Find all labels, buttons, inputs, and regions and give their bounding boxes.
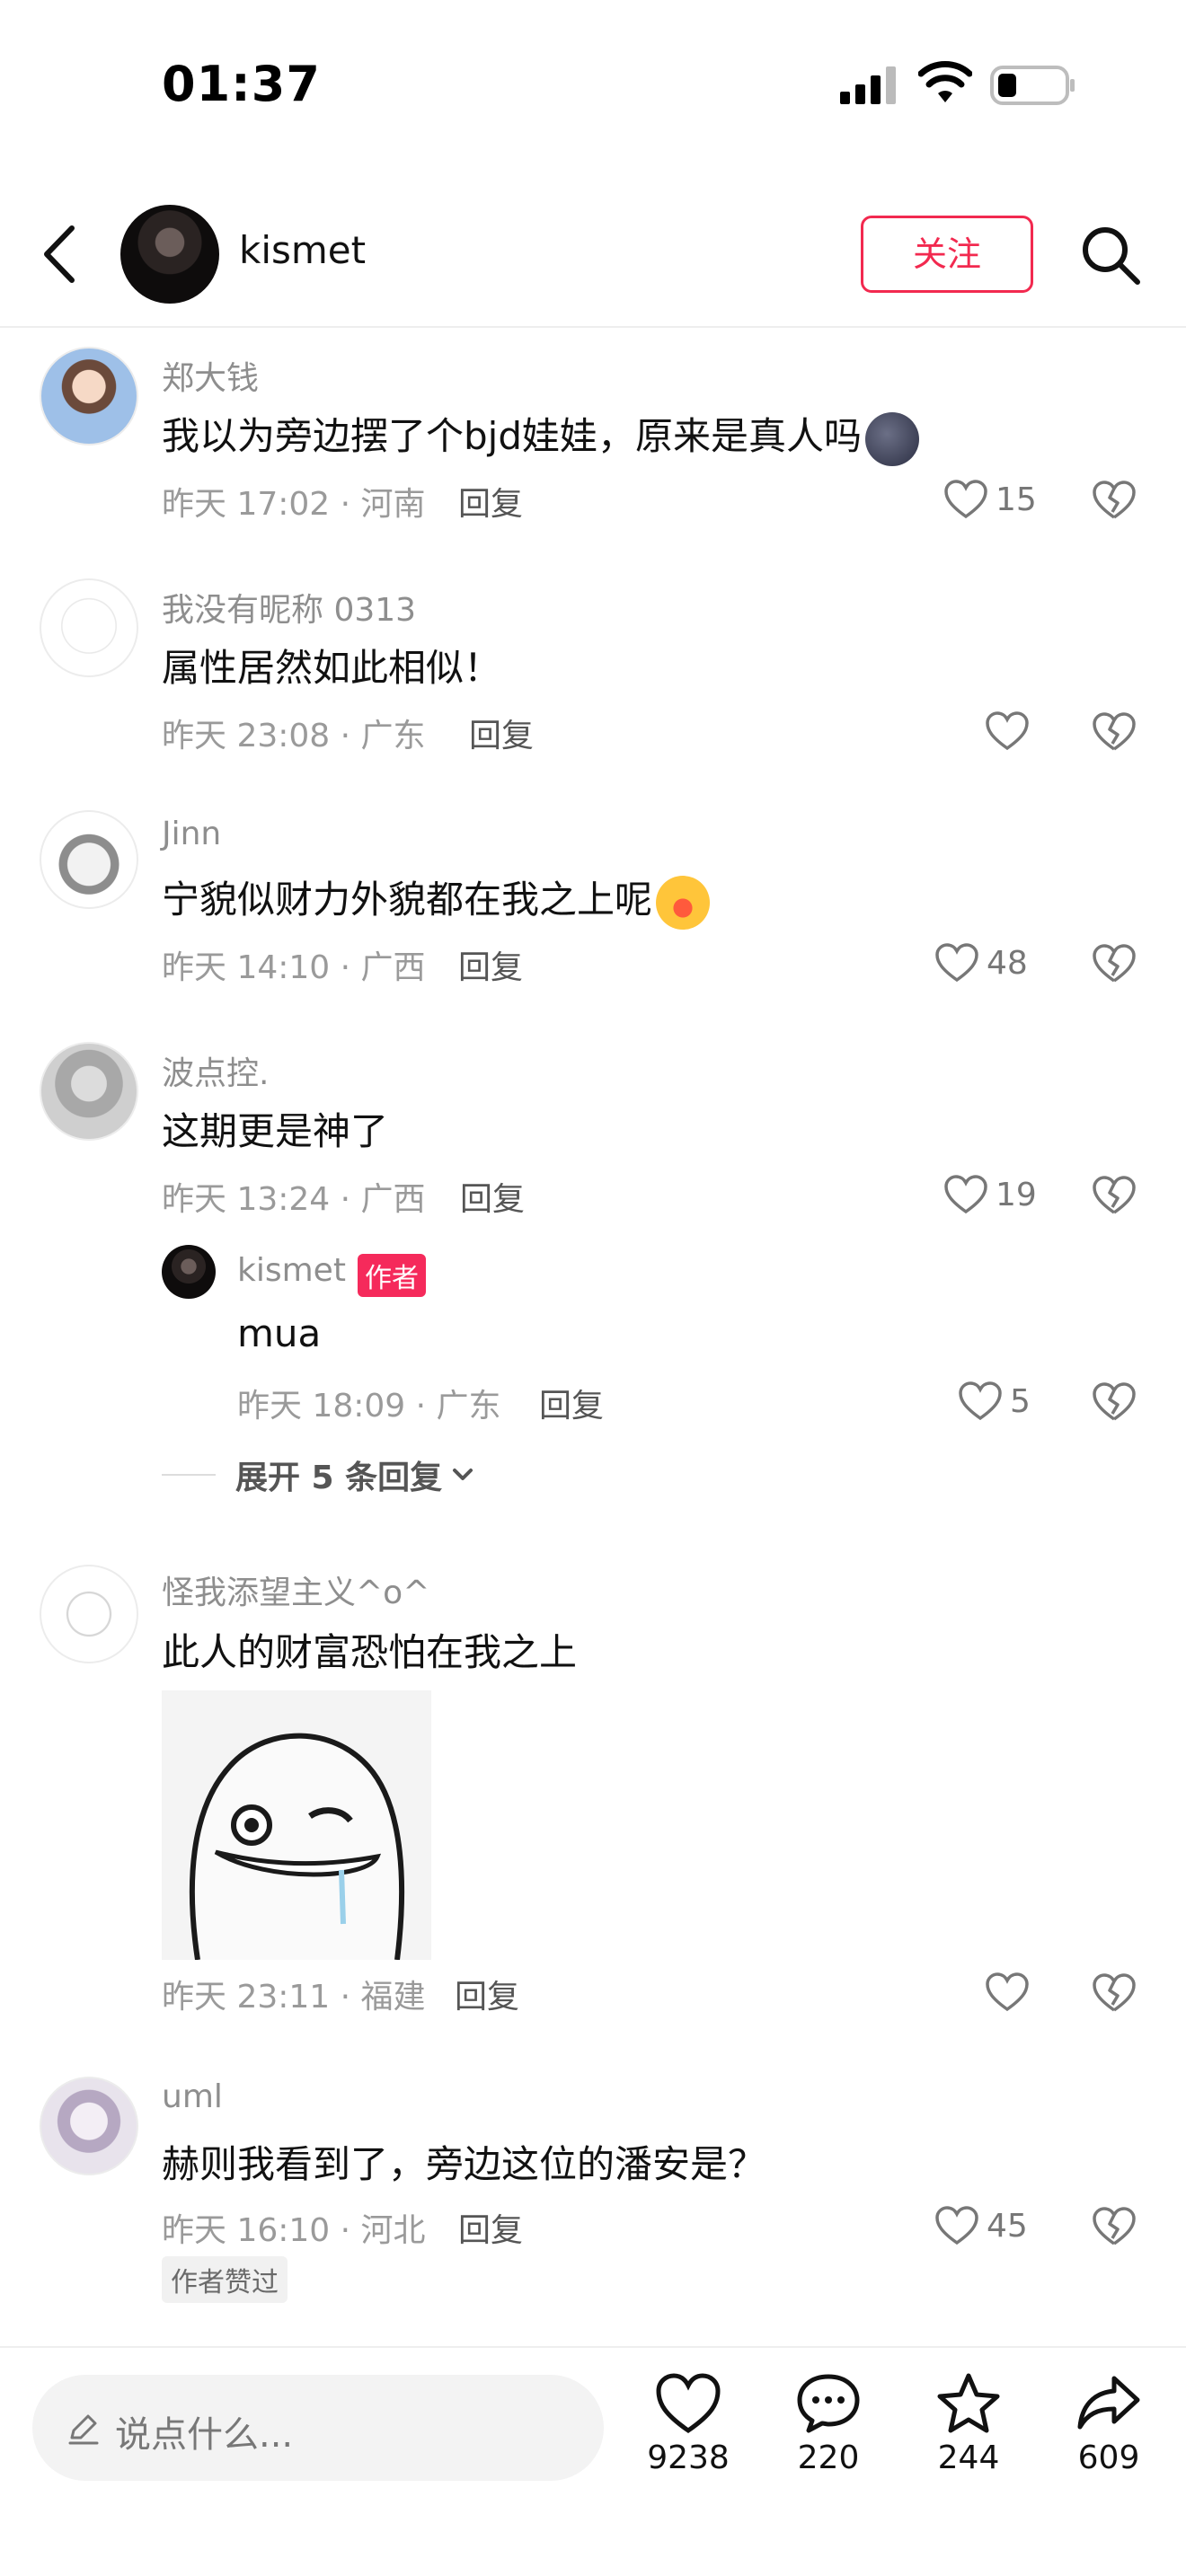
comment-meta: 昨天 23:11 · 福建 [162,1979,426,2016]
reply-button[interactable]: 回复 [458,2204,523,2251]
author-liked-tag: 作者赞过 [162,2256,288,2303]
comment-meta: 昨天 23:08 · 广东 [162,718,426,754]
commenter-name[interactable]: 郑大钱 [162,352,259,399]
comment-input-placeholder: 说点什么... [115,2414,294,2456]
search-icon[interactable] [1078,223,1143,287]
speech-bubble-icon [797,2374,860,2433]
heart-icon [959,1381,1002,1421]
like-button[interactable]: 5 [958,1376,1031,1426]
heart-icon [935,943,978,983]
commenter-avatar[interactable] [40,347,138,446]
share-post-button[interactable]: 609 [1046,2371,1172,2476]
broken-heart-icon[interactable] [1091,2204,1137,2249]
commenter-avatar[interactable] [40,810,138,909]
reply-button[interactable]: 回复 [458,478,523,525]
like-button[interactable]: 19 [943,1169,1037,1220]
like-button[interactable]: 45 [934,2201,1028,2251]
share-arrow-icon [1077,2376,1140,2430]
battery-icon [990,66,1075,105]
like-button[interactable]: 15 [943,474,1037,525]
reply-text: mua [237,1311,322,1355]
author-avatar[interactable] [120,205,219,304]
comment-meta: 昨天 14:10 · 广西 [162,949,426,986]
commenter-avatar[interactable] [40,1042,138,1141]
like-button[interactable]: 48 [934,938,1028,988]
author-username[interactable]: kismet [239,228,366,272]
divider-line [162,1474,216,1476]
heart-icon [656,2373,721,2434]
reply-author-name[interactable]: kismet [237,1252,346,1289]
status-bar: 01:37 [0,0,1186,171]
reply-button[interactable]: 回复 [455,1971,519,2017]
wifi-icon [918,61,972,102]
commenter-avatar[interactable] [40,1565,138,1663]
comment-text: 我以为旁边摆了个bjd娃娃，原来是真人吗 [162,406,919,466]
comment-post-count: 220 [797,2439,860,2476]
heart-icon [935,2206,978,2245]
broken-heart-icon[interactable] [1091,478,1137,523]
commenter-name[interactable]: 波点控. [162,1047,269,1094]
reply-meta: 昨天 18:09 · 广东 [237,1388,501,1425]
like-post-button[interactable]: 9238 [625,2371,751,2476]
comment-text: 这期更是神了 [162,1109,389,1153]
broken-heart-icon[interactable] [1091,1380,1137,1425]
bottom-action-bar: 说点什么... 9238 220 244 609 [0,2346,1186,2576]
heart-icon [944,480,987,519]
comment-post-button[interactable]: 220 [766,2371,891,2476]
share-post-count: 609 [1077,2439,1140,2476]
broken-heart-icon[interactable] [1091,941,1137,986]
heart-icon [986,711,1029,751]
like-count: 45 [987,2207,1028,2245]
commenter-name[interactable]: 我没有昵称 0313 [162,584,416,631]
expand-replies-button[interactable]: 展开 5 条回复 [162,1451,476,1498]
heart-icon [986,1972,1029,2012]
like-count: 5 [1010,1382,1031,1420]
author-badge: 作者 [358,1254,426,1297]
like-button[interactable] [985,706,1030,756]
comment-input[interactable]: 说点什么... [32,2375,604,2481]
comment-text: 属性居然如此相似！ [162,646,502,690]
broken-heart-icon[interactable] [1091,1173,1137,1218]
comment-text: 赫则我看到了，旁边这位的潘安是？ [162,2142,766,2186]
favorite-post-count: 244 [937,2439,1000,2476]
reply-button[interactable]: 回复 [539,1380,604,1426]
comment-text-content: 我以为旁边摆了个bjd娃娃，原来是真人吗 [162,414,862,458]
commenter-avatar[interactable] [40,578,138,677]
comment-meta: 昨天 17:02 · 河南 [162,486,426,523]
new-moon-face-emoji [865,411,919,466]
drooling-face-emoji [656,875,711,930]
reply-button[interactable]: 回复 [460,1173,525,1220]
like-count: 19 [996,1176,1037,1213]
reply-button[interactable]: 回复 [469,710,534,756]
comment-text: 此人的财富恐怕在我之上 [162,1630,578,1674]
pen-icon [68,2414,99,2445]
commenter-name[interactable]: uml [162,2078,223,2115]
expand-replies-label: 展开 5 条回复 [235,1460,443,1496]
commenter-name[interactable]: Jinn [162,816,221,852]
like-button[interactable] [985,1967,1030,2017]
star-icon [937,2373,1000,2433]
profile-header: kismet 关注 [0,171,1186,328]
comment-meta: 昨天 13:24 · 广西 [162,1181,426,1218]
follow-button[interactable]: 关注 [861,216,1033,293]
broken-heart-icon[interactable] [1091,710,1137,754]
chevron-down-icon [453,1469,474,1480]
heart-icon [944,1175,987,1214]
status-time: 01:37 [162,56,321,112]
comment-text-content: 宁貌似财力外貌都在我之上呢 [162,878,653,922]
reply-author-avatar[interactable] [162,1245,216,1299]
broken-heart-icon[interactable] [1091,1971,1137,2016]
back-arrow-icon[interactable] [38,223,83,286]
commenter-avatar[interactable] [40,2077,138,2175]
comment-meta: 昨天 16:10 · 河北 [162,2212,426,2249]
cellular-signal-icon [840,66,896,104]
meme-sticker-image[interactable] [162,1690,431,1960]
favorite-post-button[interactable]: 244 [906,2371,1031,2476]
commenter-name[interactable]: 怪我添望主义^o^ [162,1566,429,1613]
like-count: 15 [996,481,1037,518]
reply-button[interactable]: 回复 [458,941,523,988]
comment-text: 宁貌似财力外貌都在我之上呢 [162,869,711,930]
like-post-count: 9238 [647,2439,730,2476]
like-count: 48 [987,944,1028,982]
